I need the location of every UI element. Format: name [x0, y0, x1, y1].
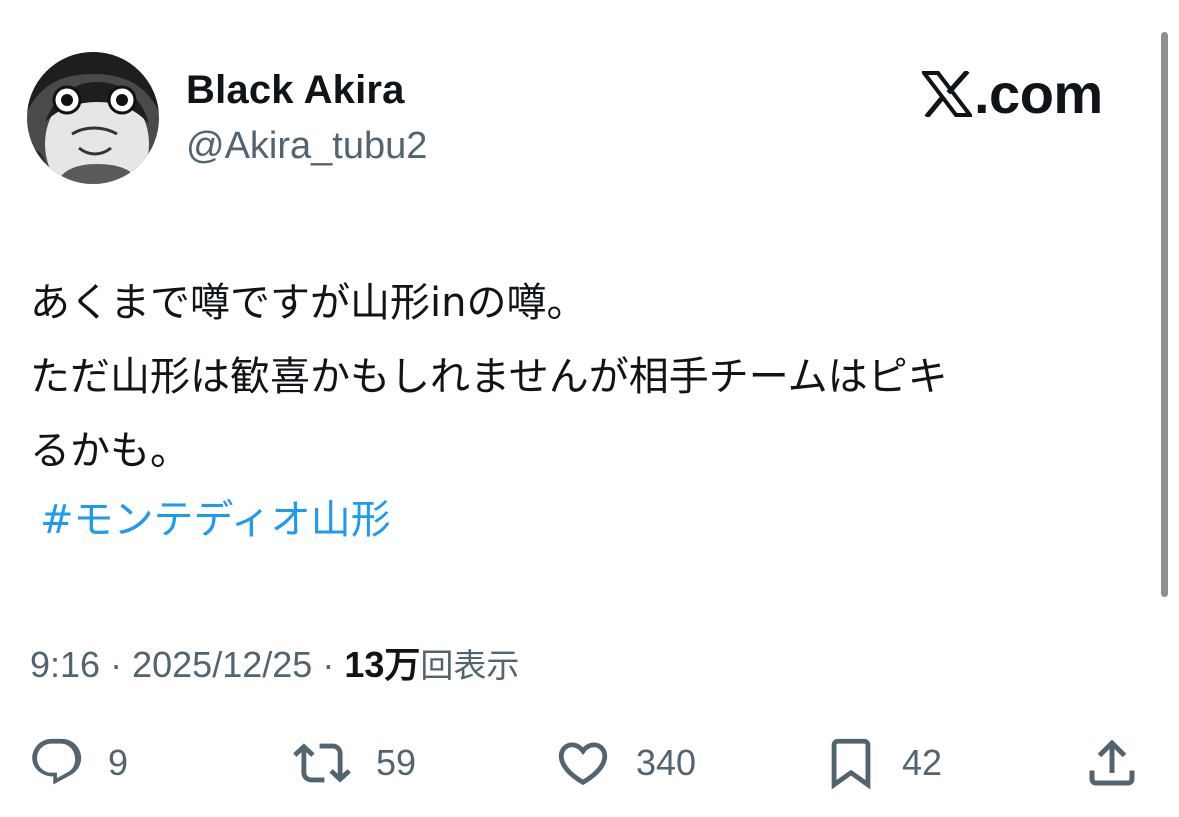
bookmark-count: 42	[902, 742, 943, 783]
reply-icon	[32, 738, 82, 785]
like-count: 340	[636, 742, 697, 783]
views-count: 13万	[344, 644, 421, 685]
author-handle[interactable]: @Akira_tubu2	[186, 125, 427, 168]
x-logo-icon	[922, 71, 972, 117]
share-button[interactable]	[1082, 728, 1142, 798]
x-com-logo: .com	[922, 64, 1103, 124]
bookmark-button[interactable]: 42	[822, 728, 942, 798]
hashtag-link[interactable]: #モンテディオ山形	[40, 490, 391, 550]
tweet-text: あくまで噂ですが山形inの噂。 ただ山形は歓喜かもしれませんが相手チームはピキ …	[30, 266, 1140, 488]
logo-domain-text: .com	[974, 62, 1103, 125]
repost-button[interactable]: 59	[290, 728, 416, 798]
reply-button[interactable]: 9	[28, 728, 128, 798]
bookmark-icon	[831, 738, 871, 790]
meta-separator: ·	[110, 644, 123, 685]
share-icon	[1089, 739, 1135, 786]
tweet-line-2: ただ山形は歓喜かもしれませんが相手チームはピキ	[30, 354, 948, 400]
avatar-image	[27, 52, 159, 184]
avatar[interactable]	[27, 52, 159, 184]
tweet-time[interactable]: 9:16	[30, 644, 100, 685]
action-bar: 9 59 340 42	[0, 728, 1179, 798]
views-label: 回表示	[420, 646, 520, 685]
tweet-meta: 9:16 · 2025/12/25 · 13万回表示	[30, 636, 519, 688]
tweet-date[interactable]: 2025/12/25	[132, 644, 312, 685]
repost-icon	[293, 743, 351, 783]
reply-count: 9	[108, 742, 129, 783]
meta-separator: ·	[322, 644, 335, 685]
tweet-line-3: るかも。	[30, 428, 190, 474]
heart-icon	[558, 742, 608, 786]
tweet-line-1: あくまで噂ですが山形inの噂。	[30, 280, 587, 326]
like-button[interactable]: 340	[552, 728, 696, 798]
scrollbar[interactable]	[1161, 32, 1168, 597]
repost-count: 59	[376, 742, 417, 783]
author-display-name[interactable]: Black Akira	[186, 68, 405, 113]
